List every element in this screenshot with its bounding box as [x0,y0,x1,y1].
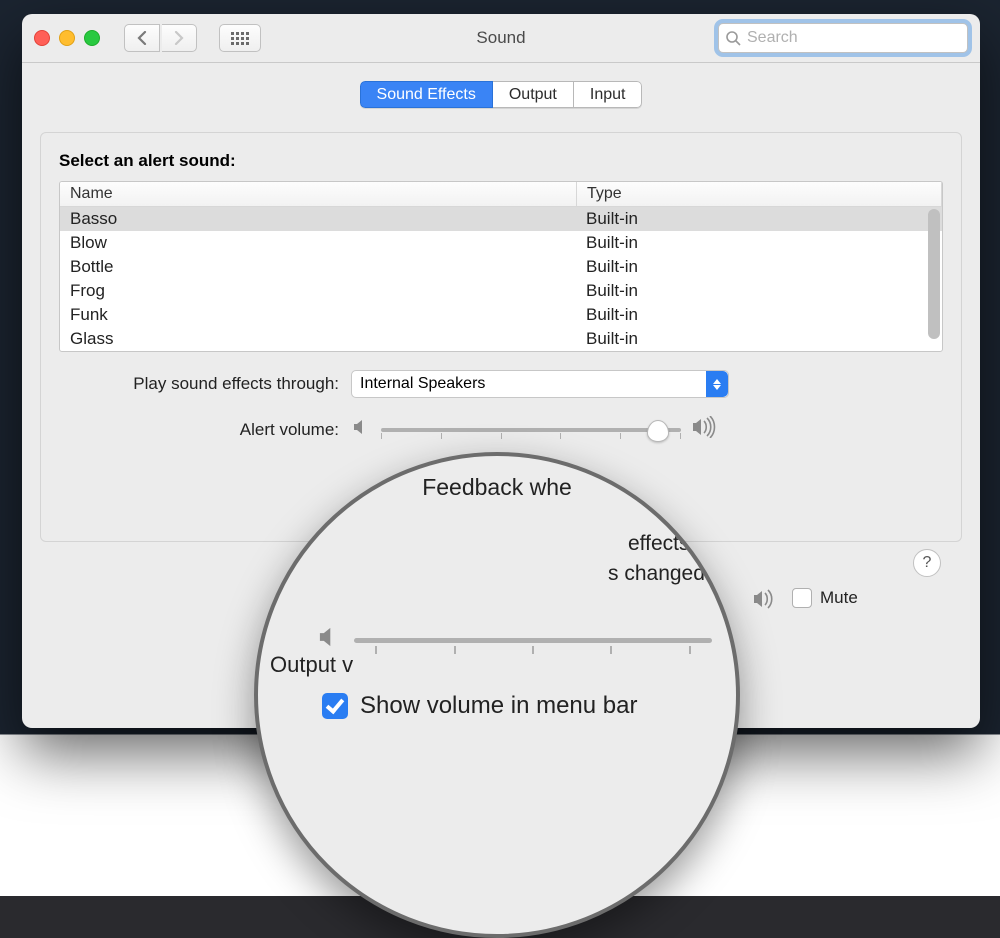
play-through-label: Play sound effects through: [59,374,351,394]
table-row[interactable]: Bottle Built-in [60,255,942,279]
tab-output[interactable]: Output [493,81,574,108]
nav-buttons [124,24,197,52]
output-volume-label: Output v [270,652,353,678]
mute-label: Mute [820,588,858,608]
alert-sounds-list: Basso Built-in Blow Built-in Bottle Buil… [60,207,942,351]
search-field[interactable] [718,23,968,53]
output-volume-slider[interactable] [354,628,712,652]
grid-icon [231,32,249,45]
speaker-low-icon [351,417,371,442]
table-row[interactable]: Frog Built-in [60,279,942,303]
search-input[interactable] [745,28,961,48]
table-row[interactable]: Glass Built-in [60,327,942,351]
tab-group: Sound Effects Output Input [360,81,643,108]
tab-sound-effects[interactable]: Sound Effects [360,81,493,108]
tab-input[interactable]: Input [574,81,643,108]
search-icon [725,30,741,46]
scrollbar[interactable] [928,209,940,339]
show-volume-checkbox[interactable] [322,693,348,719]
column-header-type[interactable]: Type [577,182,942,206]
magnifier-overlay: Feedback whe effects s changed Output v … [254,452,740,938]
play-through-value: Internal Speakers [360,375,485,393]
window-controls [34,30,100,46]
changed-text-partial: s changed [448,562,706,586]
effects-text-partial: effects [448,532,706,556]
play-through-select[interactable]: Internal Speakers [351,370,729,398]
forward-button[interactable] [162,24,197,52]
zoom-button[interactable] [84,30,100,46]
chevron-updown-icon [706,371,728,397]
show-volume-row: Show volume in menu bar [322,692,637,720]
show-all-button[interactable] [219,24,261,52]
help-button[interactable]: ? [913,549,941,577]
speaker-high-icon [752,588,780,615]
minimize-button[interactable] [59,30,75,46]
show-volume-label: Show volume in menu bar [360,692,637,720]
back-button[interactable] [124,24,160,52]
close-button[interactable] [34,30,50,46]
column-header-name[interactable]: Name [60,182,577,206]
alert-sound-heading: Select an alert sound: [59,151,943,171]
titlebar: Sound [22,14,980,63]
feedback-text-partial: Feedback whe [258,474,736,501]
table-row[interactable]: Blow Built-in [60,231,942,255]
alert-volume-label: Alert volume: [59,420,351,440]
mute-checkbox[interactable] [792,588,812,608]
alert-volume-slider[interactable] [381,420,681,440]
table-row[interactable]: Funk Built-in [60,303,942,327]
alert-sounds-table: Name Type Basso Built-in Blow Built-in B… [59,181,943,352]
speaker-high-icon [691,416,719,443]
table-row[interactable]: Basso Built-in [60,207,942,231]
